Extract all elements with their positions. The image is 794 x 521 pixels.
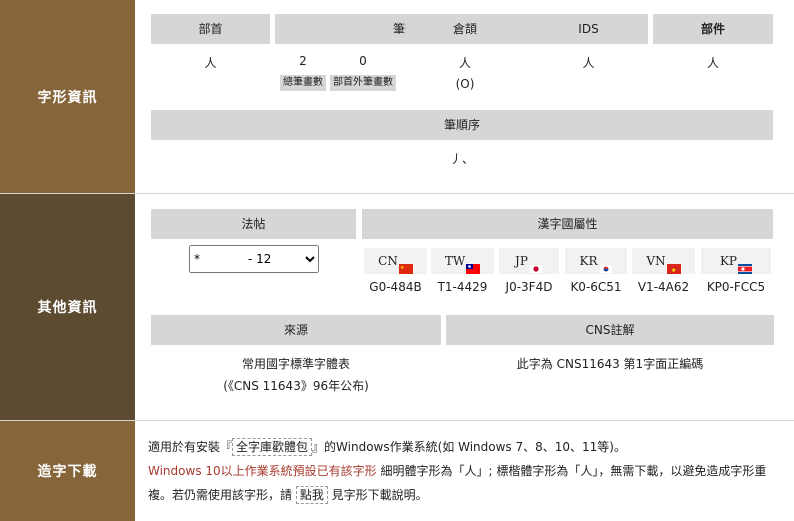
country-box-kr: KR <box>565 248 627 274</box>
download-line1-pre: 適用於有安裝『 <box>148 440 233 454</box>
windows-note: Windows 10以上作業系統預設已有該字形 <box>148 464 377 478</box>
component-value: 人 <box>706 56 719 70</box>
cangjie-value: 人 <box>458 56 471 70</box>
other-info-label: 其他資訊 <box>0 194 135 420</box>
glyph-info-label: 字形資訊 <box>0 0 135 193</box>
extra-strokes-value: 0 <box>359 54 367 68</box>
radical-header: 部首 <box>151 14 270 44</box>
country-label: KR <box>579 254 598 268</box>
svg-text:★: ★ <box>400 265 405 271</box>
stroke-order-value: 丿、 <box>449 152 474 166</box>
glyph-info-content: 部首 筆畫 倉頡 IDS 部件 人 2 0 總筆畫數 部首外筆畫數 人 (O) 人… <box>135 0 794 193</box>
calligraphy-header: 法帖 <box>151 209 356 239</box>
country-label: JP <box>515 254 528 268</box>
stroke-order-header: 筆順序 <box>151 110 773 140</box>
kr-flag-icon <box>598 257 613 274</box>
ids-value: 人 <box>582 56 595 70</box>
glyph-info-section: 字形資訊 部首 筆畫 倉頡 IDS 部件 人 2 0 總筆畫數 部首外筆畫數 人 … <box>0 0 794 194</box>
download-line2-end: 見字形下載說明。 <box>327 488 428 502</box>
cangjie-code: (O) <box>455 77 475 91</box>
country-box-kp: KP <box>701 248 771 274</box>
country-label: TW <box>444 254 466 268</box>
country-label: KP <box>719 254 738 268</box>
country-box-jp: JP <box>499 248 559 274</box>
svg-text:★: ★ <box>671 267 676 274</box>
country-code-vn: V1-4A62 <box>637 280 690 294</box>
ids-header: IDS <box>529 14 648 44</box>
source-line1: 常用國字標準字體表 <box>241 357 350 371</box>
download-section: 造字下載 適用於有安裝『 全字庫歡體包 』的Windows作業系統(如 Window… <box>0 421 794 521</box>
download-line1-post: 』的Windows作業系統(如 Windows 7、8、10、11等)。 <box>312 440 626 454</box>
country-box-cn: CN ★ <box>364 248 427 274</box>
source-header: 來源 <box>151 315 441 345</box>
cn-flag-icon: ★ <box>398 257 413 274</box>
country-box-tw: TW <box>431 248 494 274</box>
extra-strokes-label: 部首外筆畫數 <box>330 75 396 91</box>
total-strokes-value: 2 <box>299 54 307 68</box>
download-content: 適用於有安裝『 全字庫歡體包 』的Windows作業系統(如 Windows 7、8… <box>135 421 794 521</box>
jp-flag-icon <box>528 257 544 274</box>
vn-flag-icon: ★ <box>666 257 681 274</box>
country-box-vn: VN ★ <box>632 248 695 274</box>
font-package-link[interactable]: 全字庫歡體包 <box>232 438 313 456</box>
source-line2: (《CNS 11643》96年公布) <box>223 379 369 393</box>
total-strokes-label: 總筆畫數 <box>280 75 326 91</box>
calligraphy-select[interactable]: * - 12 <box>189 245 319 273</box>
radical-value: 人 <box>204 56 217 70</box>
cns-header: CNS註解 <box>446 315 774 345</box>
attribution-header: 漢字國屬性 <box>362 209 773 239</box>
country-code-jp: J0-3F4D <box>505 280 553 294</box>
component-header: 部件 <box>653 14 773 44</box>
country-code-kp: KP0-FCC5 <box>706 280 766 294</box>
country-label: VN <box>646 254 666 268</box>
stroke-labels: 總筆畫數 部首外筆畫數 <box>275 74 401 91</box>
country-code-kr: K0-6C51 <box>570 280 622 294</box>
click-here-link[interactable]: 點我 <box>295 486 328 504</box>
tw-flag-icon <box>466 257 481 274</box>
country-label: CN <box>378 254 398 268</box>
download-label: 造字下載 <box>0 421 135 521</box>
cns-value: 此字為 CNS11643 第1字面正編碼 <box>516 357 704 371</box>
kp-flag-icon <box>738 257 753 274</box>
cangjie-header: 倉頡 <box>406 14 524 44</box>
country-code-cn: G0-484B <box>369 280 422 294</box>
country-code-tw: T1-4429 <box>437 280 488 294</box>
